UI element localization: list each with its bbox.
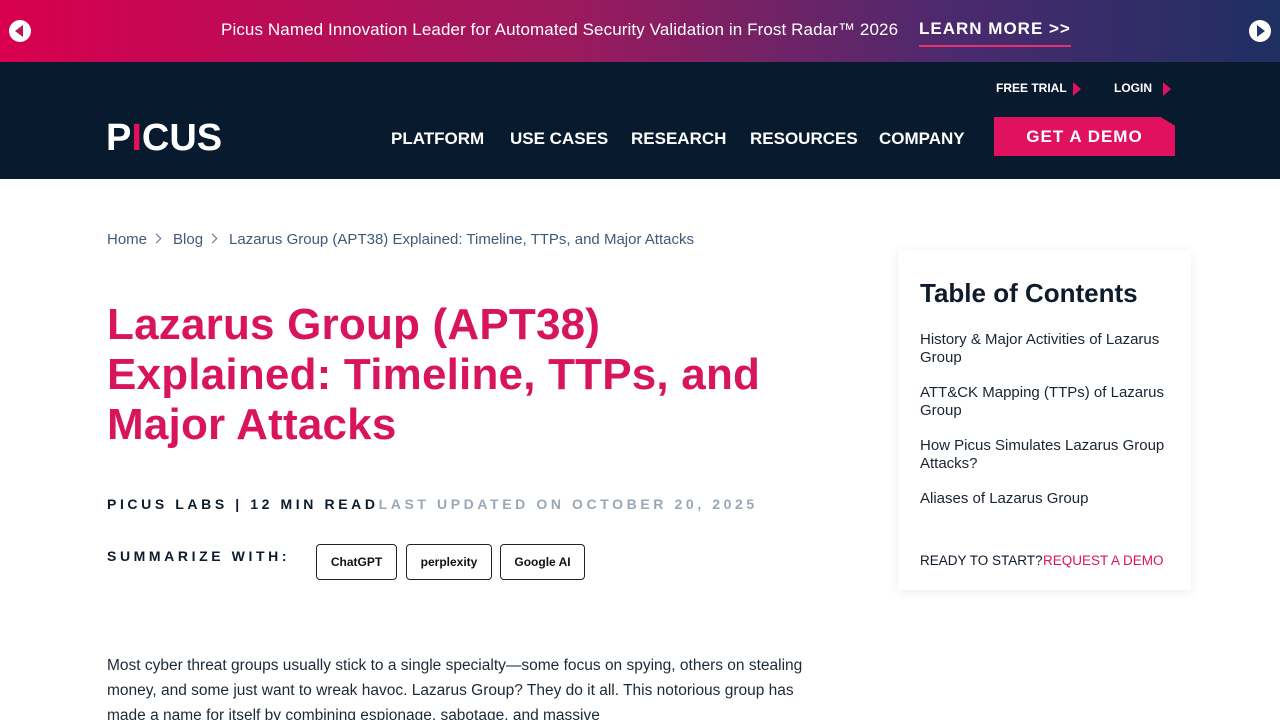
author-read-time: PICUS LABS | 12 MIN READ bbox=[107, 496, 379, 512]
toc-item[interactable]: How Picus Simulates Lazarus Group Attack… bbox=[920, 437, 1185, 473]
summarize-label: SUMMARIZE WITH: bbox=[107, 548, 291, 564]
arrow-right-circle-icon[interactable] bbox=[1249, 20, 1271, 42]
logo-accent: I bbox=[131, 117, 142, 159]
toc-item[interactable]: ATT&CK Mapping (TTPs) of Lazarus Group bbox=[920, 384, 1185, 420]
chevron-right-icon bbox=[207, 233, 218, 244]
nav-platform[interactable]: PLATFORM bbox=[391, 129, 484, 149]
get-a-demo-button[interactable]: GET A DEMO bbox=[994, 117, 1175, 156]
triangle-right-icon bbox=[1163, 82, 1171, 96]
nav-company[interactable]: COMPANY bbox=[879, 129, 965, 149]
nav-research[interactable]: RESEARCH bbox=[631, 129, 726, 149]
table-of-contents: Table of Contents History & Major Activi… bbox=[898, 250, 1191, 590]
nav-resources[interactable]: RESOURCES bbox=[750, 129, 858, 149]
arrow-left-glyph bbox=[15, 25, 23, 37]
toc-item[interactable]: History & Major Activities of Lazarus Gr… bbox=[920, 331, 1185, 367]
promo-banner: Picus Named Innovation Leader for Automa… bbox=[0, 0, 1280, 62]
triangle-right-icon bbox=[1073, 82, 1081, 96]
logo-text-1: P bbox=[106, 117, 132, 159]
chevron-right-icon bbox=[151, 233, 162, 244]
summarize-chatgpt-button[interactable]: ChatGPT bbox=[316, 544, 397, 580]
summarize-google-ai-button[interactable]: Google AI bbox=[500, 544, 585, 580]
page-title: Lazarus Group (APT38) Explained: Timelin… bbox=[107, 300, 761, 449]
breadcrumb: Home Blog Lazarus Group (APT38) Explained:… bbox=[107, 231, 694, 248]
promo-text: Picus Named Innovation Leader for Automa… bbox=[221, 20, 899, 39]
learn-more-link[interactable]: LEARN MORE >> bbox=[919, 19, 1071, 47]
free-trial-link[interactable]: FREE TRIAL bbox=[996, 81, 1067, 95]
site-header: FREE TRIAL LOGIN PICUS PLATFORM USE CASE… bbox=[0, 62, 1280, 179]
arrow-left-circle-icon[interactable] bbox=[9, 20, 31, 42]
request-demo-link[interactable]: REQUEST A DEMO bbox=[1043, 553, 1164, 568]
summarize-perplexity-button[interactable]: perplexity bbox=[406, 544, 492, 580]
breadcrumb-home[interactable]: Home bbox=[107, 231, 147, 248]
toc-item[interactable]: Aliases of Lazarus Group bbox=[920, 490, 1185, 508]
nav-use-cases[interactable]: USE CASES bbox=[510, 129, 608, 149]
article-intro: Most cyber threat groups usually stick t… bbox=[107, 657, 803, 720]
breadcrumb-current[interactable]: Lazarus Group (APT38) Explained: Timelin… bbox=[229, 231, 694, 248]
toc-ready-text: READY TO START? bbox=[920, 553, 1043, 568]
breadcrumb-blog[interactable]: Blog bbox=[173, 231, 203, 248]
arrow-right-glyph bbox=[1257, 25, 1265, 37]
last-updated: LAST UPDATED ON OCTOBER 20, 2025 bbox=[378, 496, 758, 512]
login-link[interactable]: LOGIN bbox=[1114, 81, 1152, 95]
article-meta: PICUS LABS | 12 MIN READLAST UPDATED ON … bbox=[107, 496, 758, 512]
logo-text-2: CUS bbox=[141, 117, 223, 159]
toc-title: Table of Contents bbox=[920, 278, 1138, 308]
picus-logo[interactable]: PICUS bbox=[106, 119, 222, 157]
